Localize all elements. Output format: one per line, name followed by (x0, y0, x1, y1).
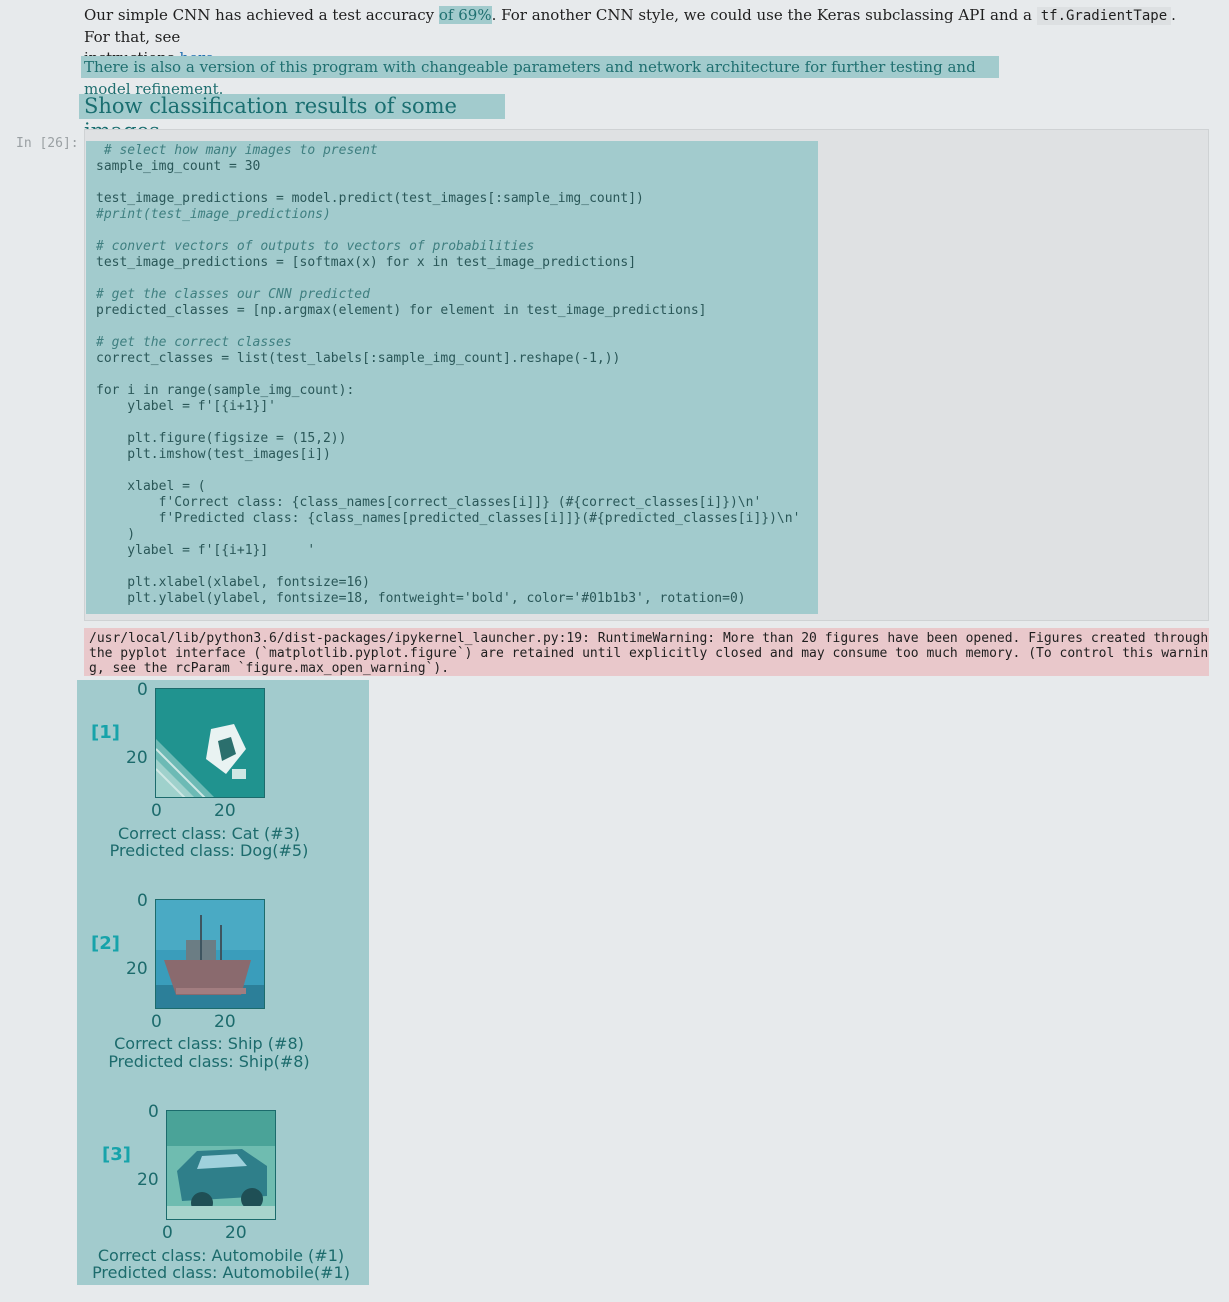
xtick-0: 0 (151, 801, 162, 821)
figure-3: 0 [3] 20 0 20 Correct class: Automobile … (77, 1102, 369, 1302)
code-line: # get the correct classes (96, 335, 292, 350)
gradient-tape-code: tf.GradientTape (1036, 7, 1172, 25)
correct-class-label: Correct class: Automobile (#1) (97, 1246, 345, 1265)
figure-1: 0 [1] 20 0 20 Correct class: Cat (#3) Pr… (77, 680, 369, 880)
predicted-class-label: Predicted class: Automobile(#1) (92, 1263, 350, 1282)
code-line: test_image_predictions = model.predict(t… (96, 191, 644, 206)
xtick-20: 20 (214, 1012, 236, 1032)
predicted-class-label: Predicted class: Ship(#8) (108, 1052, 310, 1071)
code-line: test_image_predictions = [softmax(x) for… (96, 255, 637, 270)
code-line: plt.xlabel(xlabel, fontsize=16) (96, 575, 370, 590)
correct-class-label: Correct class: Ship (#8) (114, 1034, 304, 1053)
code-line: f'Correct class: {class_names[correct_cl… (96, 495, 762, 510)
warning-line: g, see the rcParam `figure.max_open_warn… (89, 661, 450, 676)
code-line: #print(test_image_predictions) (96, 207, 331, 222)
figure-ylabel: [1] (91, 722, 120, 743)
code-line: predicted_classes = [np.argmax(element) … (96, 303, 707, 318)
section-heading: Show classification results of some imag… (79, 94, 505, 143)
code-line: ylabel = f'[{i+1}]' (96, 399, 277, 414)
ytick-0: 0 (148, 1102, 159, 1122)
code-line: # select how many images to present (96, 143, 378, 158)
predicted-class-label: Predicted class: Dog(#5) (109, 841, 309, 860)
intro-text-middle: . For another CNN style, we could use th… (491, 6, 1037, 24)
code-line: f'Predicted class: {class_names[predicte… (96, 511, 801, 526)
xtick-0: 0 (162, 1223, 173, 1243)
ship-image (155, 899, 265, 1009)
code-line: correct_classes = list(test_labels[:samp… (96, 351, 621, 366)
code-line: # convert vectors of outputs to vectors … (96, 239, 535, 254)
code-line: plt.imshow(test_images[i]) (96, 447, 331, 462)
cell-prompt: In [26]: (16, 136, 79, 151)
code-line: plt.figure(figsize = (15,2)) (96, 431, 347, 446)
correct-class-label: Correct class: Cat (#3) (117, 824, 301, 843)
code-line: ) (96, 527, 136, 542)
figure-ylabel: [2] (91, 933, 120, 954)
code-line: # get the classes our CNN predicted (96, 287, 370, 302)
ytick-20: 20 (126, 959, 148, 979)
warning-line: the pyplot interface (`matplotlib.pyplot… (89, 646, 1209, 661)
cat-image (155, 688, 265, 798)
figure-output: 0 [1] 20 0 20 Correct class: Cat (#3) Pr… (77, 680, 369, 1285)
warning-line: /usr/local/lib/python3.6/dist-packages/i… (89, 631, 1209, 646)
code-line: xlabel = ( (96, 479, 206, 494)
xtick-0: 0 (151, 1012, 162, 1032)
code-editor[interactable]: # select how many images to present sampl… (86, 141, 818, 614)
xtick-20: 20 (214, 801, 236, 821)
ytick-20: 20 (126, 748, 148, 768)
automobile-image (166, 1110, 276, 1220)
figure-ylabel: [3] (102, 1144, 131, 1165)
xtick-20: 20 (225, 1223, 247, 1243)
figure-2: 0 [2] 20 0 20 Correct class: Ship (#8) P… (77, 891, 369, 1091)
version-note: There is also a version of this program … (81, 56, 999, 98)
code-line: sample_img_count = 30 (96, 159, 261, 174)
ytick-20: 20 (137, 1170, 159, 1190)
code-line: for i in range(sample_img_count): (96, 383, 355, 398)
intro-text-before: Our simple CNN has achieved a test accur… (84, 6, 439, 24)
accuracy-highlight: of 69% (438, 6, 492, 24)
code-line: ylabel = f'[{i+1}] ' (96, 543, 316, 558)
runtime-warning-output: /usr/local/lib/python3.6/dist-packages/i… (84, 628, 1209, 676)
ytick-0: 0 (137, 680, 148, 700)
code-line: plt.ylabel(ylabel, fontsize=18, fontweig… (96, 591, 746, 606)
ytick-0: 0 (137, 891, 148, 911)
